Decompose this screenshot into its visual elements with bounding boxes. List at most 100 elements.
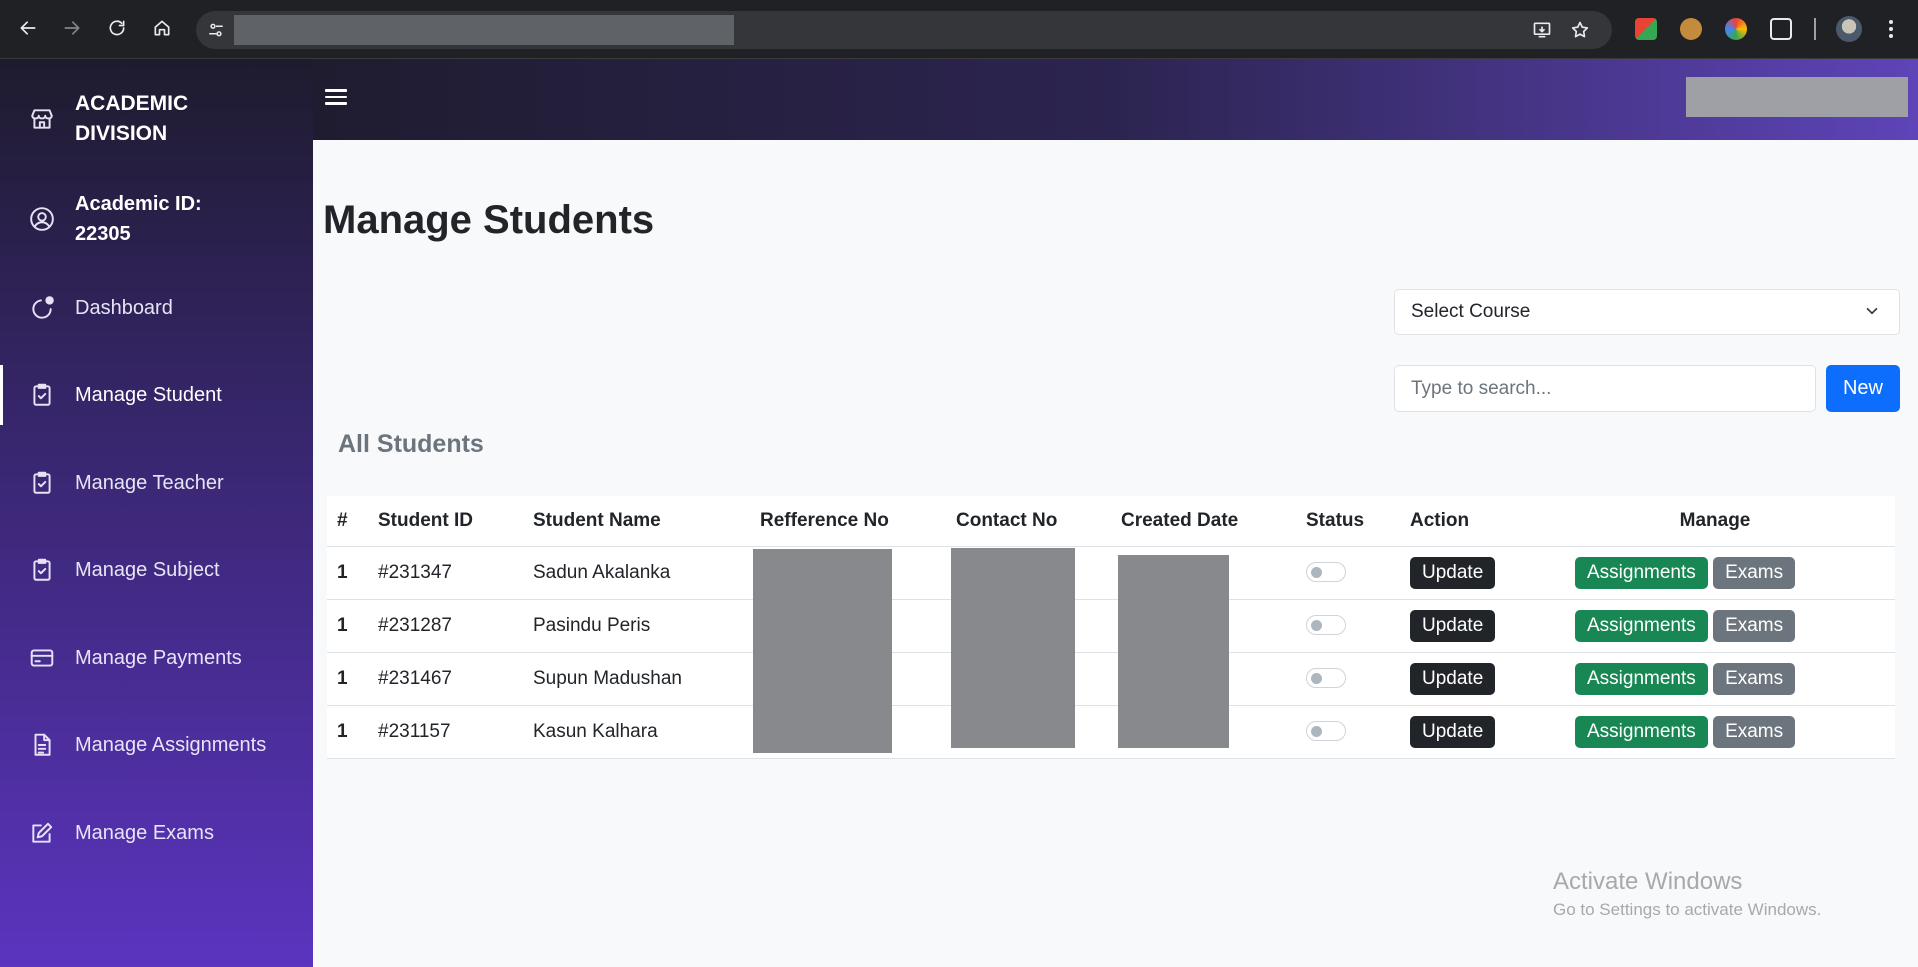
clipboard-check-icon [28,469,56,497]
column-header-action: Action [1400,496,1525,547]
assignments-button[interactable]: Assignments [1575,662,1708,695]
toolbar-separator [1814,18,1816,40]
chevron-down-icon [1863,302,1883,322]
tune-icon[interactable] [204,18,228,42]
user-circle-icon [28,205,56,233]
sidebar-item-manage-payments[interactable]: Manage Payments [0,628,313,688]
status-toggle[interactable] [1306,562,1346,583]
forward-arrow-icon[interactable] [58,14,86,42]
student-name: Sadun Akalanka [523,546,750,600]
update-button[interactable]: Update [1410,662,1496,695]
browser-toolbar [0,0,1918,59]
assignments-button[interactable]: Assignments [1575,609,1708,642]
column-header-student-id: Student ID [368,496,523,547]
table-row: 1 #231467 Supun Madushan Update Assignme… [327,652,1895,706]
status-toggle[interactable] [1306,668,1346,689]
academic-id-block: Academic ID: 22305 [28,189,255,249]
kebab-menu-icon[interactable] [1888,20,1894,40]
update-button[interactable]: Update [1410,609,1496,642]
brand-name: ACADEMIC DIVISION [75,92,189,145]
sidebar-item-manage-teacher[interactable]: Manage Teacher [0,453,313,513]
action-cell: Update [1400,599,1525,653]
student-id: #231467 [368,652,523,706]
sidebar-item-manage-assignments[interactable]: Manage Assignments [0,715,313,775]
sidebar-item-label: Manage Exams [75,821,214,844]
column-header-status: Status [1296,496,1400,547]
student-name: Kasun Kalhara [523,705,750,759]
profile-avatar[interactable] [1836,16,1862,42]
sidebar-item-label: Manage Student [75,383,222,406]
sidebar-item-label: Manage Assignments [75,733,267,756]
home-icon[interactable] [148,14,176,42]
back-arrow-icon[interactable] [14,14,42,42]
brand[interactable]: ACADEMIC DIVISION [28,89,245,149]
assignments-button[interactable]: Assignments [1575,715,1708,748]
store-icon [28,105,56,133]
search-input[interactable] [1394,365,1816,412]
row-number: 1 [327,705,368,759]
table-header-row: # Student ID Student Name Refference No … [327,496,1895,547]
student-name: Pasindu Peris [523,599,750,653]
watermark-subtitle: Go to Settings to activate Windows. [1553,900,1822,919]
column-header-created-date: Created Date [1111,496,1296,547]
new-student-button[interactable]: New [1826,365,1900,412]
reload-icon[interactable] [103,14,131,42]
exams-button[interactable]: Exams [1713,556,1796,589]
file-text-icon [28,731,56,759]
reference-no-redacted [753,549,892,753]
clipboard-check-icon [28,381,56,409]
exams-button[interactable]: Exams [1713,662,1796,695]
sidebar-item-manage-exams[interactable]: Manage Exams [0,803,313,863]
hamburger-menu-icon[interactable] [325,85,351,111]
academic-id: Academic ID: 22305 [75,193,202,245]
student-id: #231157 [368,705,523,759]
student-id: #231347 [368,546,523,600]
status-cell [1296,546,1400,600]
created-date-redacted [1118,555,1229,748]
column-header-reference-no: Refference No [750,496,946,547]
sidebar-item-label: Manage Payments [75,646,242,669]
update-button[interactable]: Update [1410,715,1496,748]
course-select[interactable]: Select Course [1394,289,1900,335]
sidebar-item-manage-student[interactable]: Manage Student [0,365,313,425]
student-id: #231287 [368,599,523,653]
action-cell: Update [1400,546,1525,600]
install-app-icon[interactable] [1532,20,1554,42]
action-cell: Update [1400,652,1525,706]
url-redacted [234,15,734,45]
column-header-student-name: Student Name [523,496,750,547]
status-toggle[interactable] [1306,721,1346,742]
bookmark-star-icon[interactable] [1570,20,1592,42]
students-table: # Student ID Student Name Refference No … [327,496,1895,759]
status-toggle[interactable] [1306,615,1346,636]
status-cell [1296,652,1400,706]
user-menu-redacted[interactable] [1686,77,1908,117]
update-button[interactable]: Update [1410,556,1496,589]
table-row: 1 #231287 Pasindu Peris Update Assignmen… [327,599,1895,653]
sidebar-item-label: Dashboard [75,296,173,319]
table-row: 1 #231157 Kasun Kalhara Update Assignmen… [327,705,1895,759]
manage-cell: Assignments Exams [1525,652,1895,706]
page-title: Manage Students [323,198,655,242]
edit-square-icon [28,819,56,847]
exams-button[interactable]: Exams [1713,609,1796,642]
section-title: All Students [338,430,484,458]
clipboard-check-icon [28,556,56,584]
dashboard-icon [28,294,56,322]
sidebar: ACADEMIC DIVISION Academic ID: 22305 Das… [0,59,313,967]
status-cell [1296,705,1400,759]
exams-button[interactable]: Exams [1713,715,1796,748]
assignments-button[interactable]: Assignments [1575,556,1708,589]
column-header-number: # [327,496,368,547]
extensions-puzzle-icon[interactable] [1770,18,1792,40]
extension-cookie-icon[interactable] [1680,18,1702,40]
address-bar[interactable] [196,11,1612,49]
sidebar-item-manage-subject[interactable]: Manage Subject [0,540,313,600]
column-header-contact-no: Contact No [946,496,1111,547]
extension-color-icon[interactable] [1725,18,1747,40]
manage-cell: Assignments Exams [1525,705,1895,759]
top-navbar [313,59,1918,140]
credit-card-icon [28,644,56,672]
extension-google-icon[interactable] [1635,18,1657,40]
sidebar-item-dashboard[interactable]: Dashboard [0,278,313,338]
